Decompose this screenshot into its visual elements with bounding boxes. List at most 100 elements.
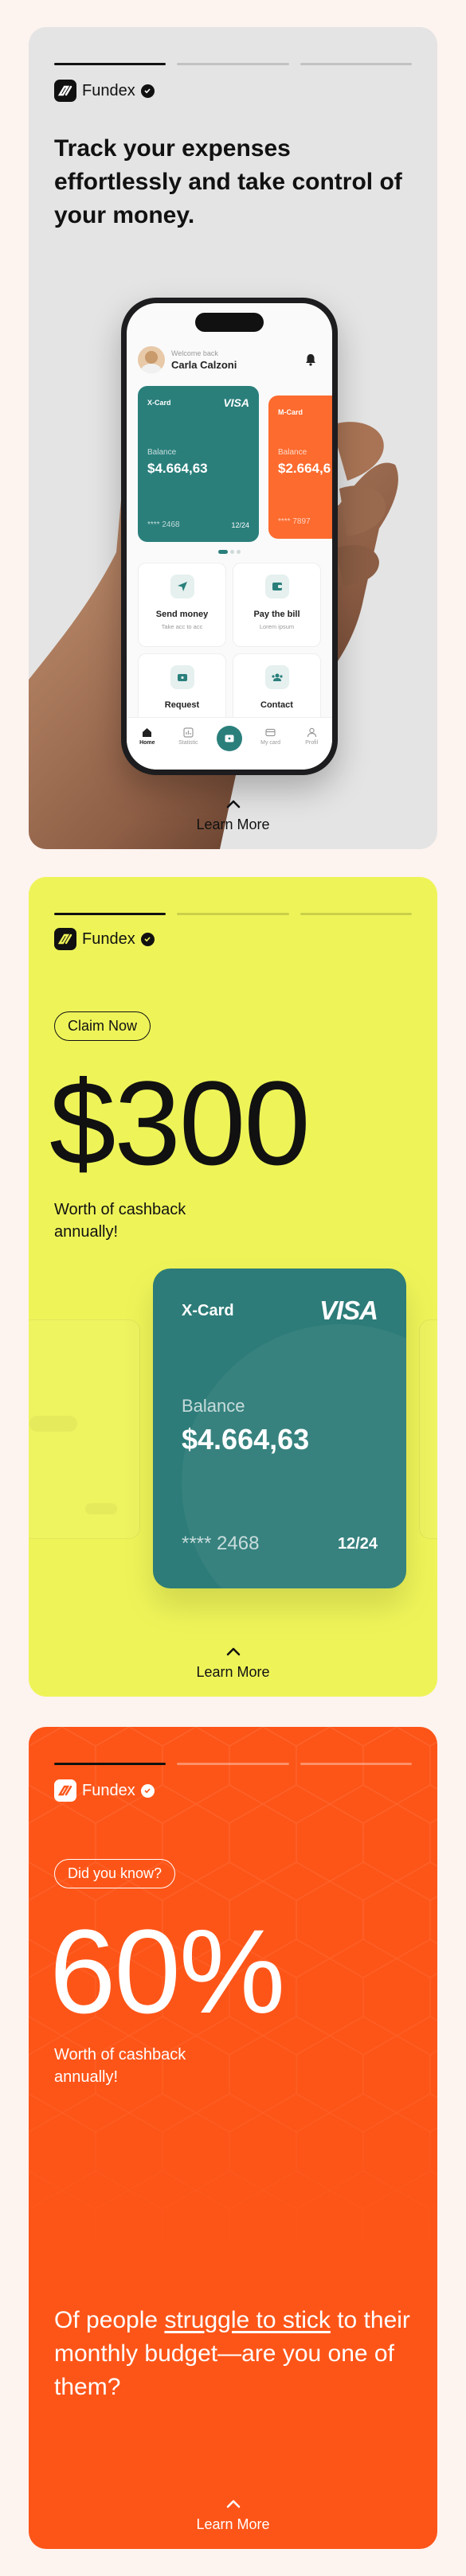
learn-more-button[interactable]: Learn More (29, 797, 437, 833)
nav-home[interactable]: Home (131, 727, 163, 746)
verified-badge-icon (140, 1783, 155, 1798)
brand-header[interactable]: Fundex (54, 928, 155, 950)
progress-segment (177, 63, 289, 65)
chevron-up-icon (226, 1647, 240, 1656)
visa-logo: VISA (319, 1296, 378, 1325)
card-icon (265, 728, 276, 737)
chevron-up-icon (226, 800, 240, 809)
progress-segment (300, 913, 412, 915)
card-number: **** 2468 (182, 1533, 260, 1554)
profile-icon (307, 727, 316, 738)
pay-bill-button[interactable]: Pay the bill Lorem ipsum (233, 563, 321, 647)
visa-logo: VISA (223, 396, 249, 409)
learn-more-label: Learn More (196, 2516, 270, 2532)
nav-label: Profil (305, 740, 319, 746)
budget-question: Of people struggle to stick to their mon… (54, 2304, 429, 2404)
statistic-description: Worth of cashback annually! (54, 2046, 186, 2086)
wallet-icon (170, 665, 194, 689)
card-carousel[interactable]: X-Card VISA Balance $4.664,63 **** 2468 … (138, 386, 332, 542)
phone-mockup: Welcome back Carla Calzoni X-Card VISA B… (121, 298, 338, 775)
nav-center[interactable] (213, 726, 245, 751)
verified-badge-icon (140, 84, 155, 98)
card-name: X-Card (182, 1302, 234, 1319)
m-card-mini[interactable]: M-Card Balance $2.664,6 **** 7897 (268, 396, 332, 539)
learn-more-label: Learn More (196, 1664, 270, 1680)
contacts-icon (264, 665, 289, 689)
verified-badge-icon (140, 932, 155, 946)
balance-amount: $4.664,63 (182, 1423, 310, 1456)
balance-label: Balance (182, 1396, 245, 1416)
dynamic-island (195, 313, 264, 332)
wallet-center-icon (216, 726, 242, 751)
chevron-up-icon (226, 2500, 240, 2508)
hexagon-pattern-background (29, 1727, 437, 2549)
brand-header[interactable]: Fundex (54, 80, 155, 102)
action-title: Pay the bill (253, 610, 300, 619)
nav-label: My card (260, 740, 281, 746)
cashback-description: Worth of cashback annually! (54, 1201, 186, 1241)
story-slide-budget-fact: Fundex Did you know? 60% Worth of cashba… (29, 1727, 437, 2549)
card-number: **** 2468 (147, 520, 180, 529)
story-progress (54, 63, 412, 65)
card-expiry: 12/24 (337, 1535, 378, 1553)
bell-icon[interactable] (300, 349, 321, 370)
balance-amount: $4.664,63 (147, 461, 208, 476)
nav-statistic[interactable]: Statistic (172, 727, 204, 746)
avatar[interactable] (138, 346, 165, 373)
phone-header: Welcome back Carla Calzoni (138, 346, 321, 373)
action-subtitle: Lorem ipsum (259, 623, 295, 630)
card-name: X-Card (147, 399, 171, 407)
learn-more-button[interactable]: Learn More (29, 2497, 437, 2533)
story-slide-cashback: Fundex Claim Now $300 Worth of cashback … (29, 877, 437, 1697)
fundex-logo-icon (54, 1779, 76, 1802)
bottom-nav: Home Statistic My card Profil (127, 717, 332, 770)
statistic-percentage: 60% (49, 1904, 285, 2038)
learn-more-button[interactable]: Learn More (29, 1645, 437, 1681)
quick-actions: Send money Take acc to acc Pay the bill … (138, 563, 321, 738)
cashback-amount: $300 (49, 1056, 311, 1190)
send-icon (170, 575, 194, 598)
progress-segment (54, 1763, 166, 1765)
x-card[interactable]: X-Card VISA Balance $4.664,63 **** 2468 … (153, 1269, 406, 1588)
carousel-dots (127, 550, 332, 554)
brand-header[interactable]: Fundex (54, 1779, 155, 1802)
card-number: **** 7897 (278, 517, 311, 526)
user-name: Carla Calzoni (171, 358, 237, 371)
struggle-link[interactable]: struggle to stick (164, 2307, 330, 2333)
story-progress (54, 913, 412, 915)
nav-label: Statistic (178, 740, 198, 746)
progress-segment (177, 1763, 289, 1765)
nav-profile[interactable]: Profil (296, 727, 327, 746)
action-title: Send money (155, 610, 209, 619)
fundex-logo-icon (54, 80, 76, 102)
card-name: M-Card (278, 408, 303, 416)
send-money-button[interactable]: Send money Take acc to acc (138, 563, 226, 647)
balance-label: Balance (147, 448, 177, 457)
balance-amount: $2.664,6 (278, 461, 331, 476)
progress-segment (300, 1763, 412, 1765)
action-title: Request (164, 700, 200, 710)
story-progress (54, 1763, 412, 1765)
progress-segment (54, 63, 166, 65)
card-expiry: 12/24 (231, 521, 249, 529)
statistic-icon (183, 727, 194, 738)
phone-screen: Welcome back Carla Calzoni X-Card VISA B… (127, 303, 332, 770)
nav-my-card[interactable]: My card (255, 727, 287, 746)
did-you-know-tag[interactable]: Did you know? (54, 1859, 176, 1888)
learn-more-label: Learn More (196, 816, 270, 832)
claim-now-button[interactable]: Claim Now (54, 1011, 151, 1041)
story-slide-expenses: Fundex Track your expenses effortlessly … (29, 27, 437, 849)
welcome-text: Welcome back (171, 349, 218, 357)
background-card-right (419, 1319, 437, 1539)
progress-segment (54, 913, 166, 915)
nav-label: Home (139, 740, 155, 746)
brand-name: Fundex (82, 929, 135, 948)
brand-name: Fundex (82, 81, 135, 99)
x-card-mini[interactable]: X-Card VISA Balance $4.664,63 **** 2468 … (138, 386, 259, 542)
action-title: Contact (260, 700, 293, 710)
balance-label: Balance (278, 448, 307, 457)
hand-holding-phone-image: Welcome back Carla Calzoni X-Card VISA B… (29, 266, 437, 849)
question-text: Of people (54, 2307, 165, 2333)
home-icon (143, 728, 152, 737)
fundex-logo-icon (54, 928, 76, 950)
